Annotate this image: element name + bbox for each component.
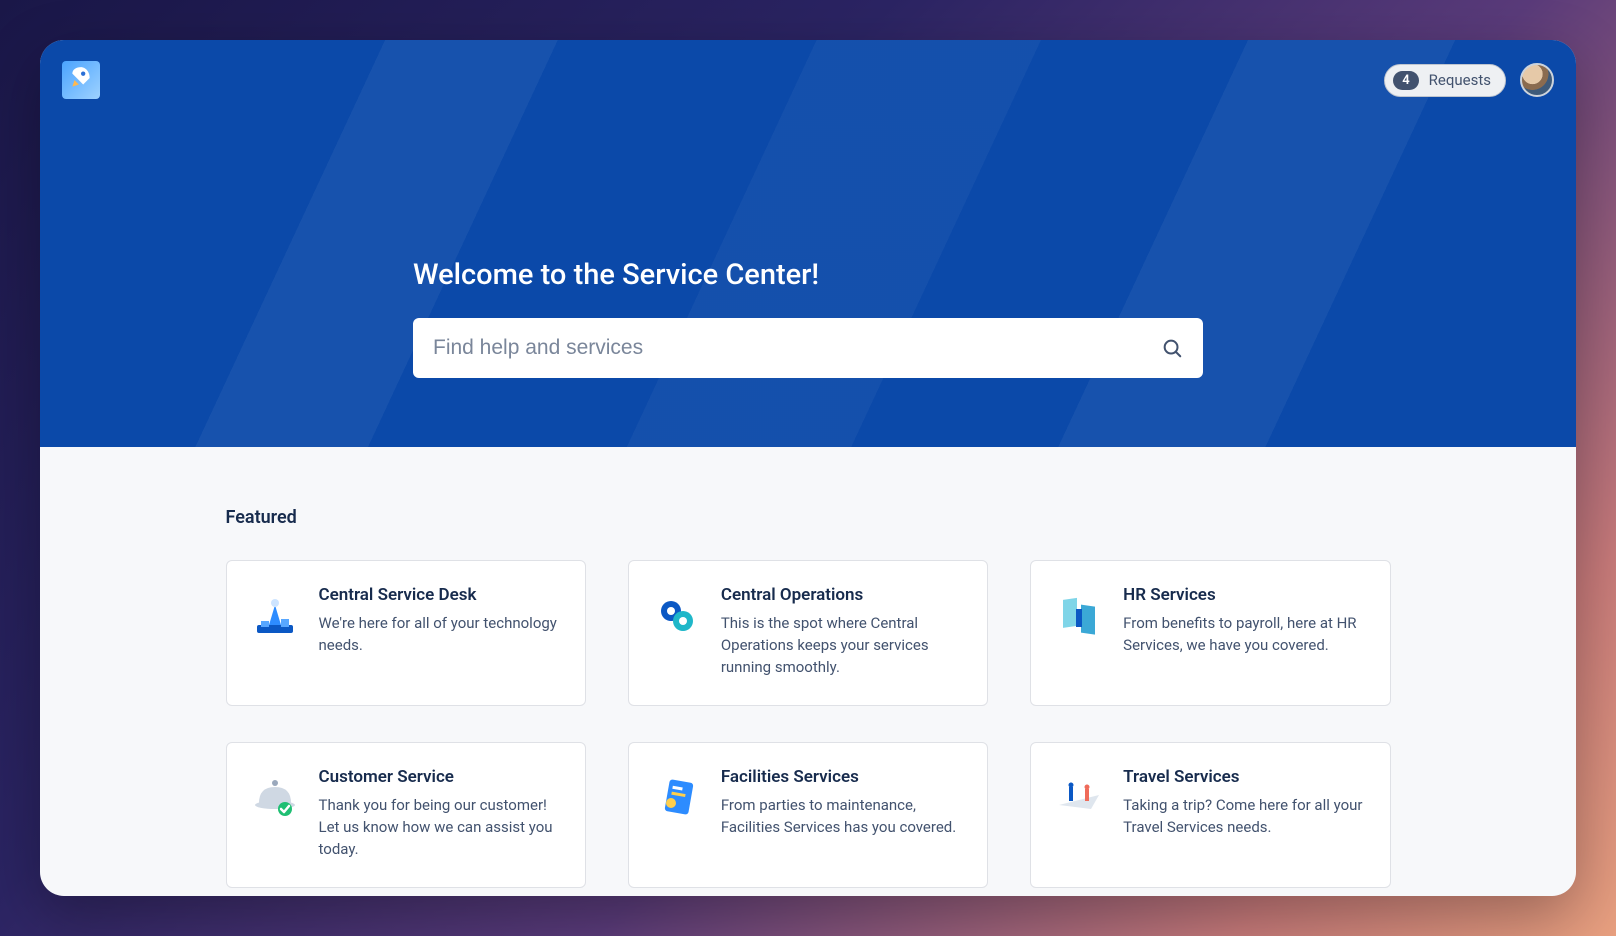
card-hr-services[interactable]: HR Services From benefits to payroll, he… xyxy=(1030,560,1390,706)
card-title: HR Services xyxy=(1123,585,1365,605)
featured-heading: Featured xyxy=(226,507,1391,528)
card-desc: We're here for all of your technology ne… xyxy=(319,613,561,657)
search-input[interactable] xyxy=(433,336,1161,360)
hr-icon xyxy=(1055,591,1103,639)
topbar: 4 Requests xyxy=(40,40,1576,120)
rocket-icon xyxy=(68,65,94,95)
card-central-service-desk[interactable]: Central Service Desk We're here for all … xyxy=(226,560,586,706)
app-window: 4 Requests Welcome to the Service Center… xyxy=(40,40,1576,896)
search-icon[interactable] xyxy=(1161,337,1183,359)
requests-label: Requests xyxy=(1429,71,1491,89)
card-facilities-services[interactable]: Facilities Services From parties to main… xyxy=(628,742,988,888)
search-container xyxy=(413,318,1203,378)
card-desc: Thank you for being our customer! Let us… xyxy=(319,795,561,860)
hero-banner: 4 Requests Welcome to the Service Center… xyxy=(40,40,1576,447)
card-desc: From parties to maintenance, Facilities … xyxy=(721,795,963,839)
facilities-icon xyxy=(653,773,701,821)
requests-button[interactable]: 4 Requests xyxy=(1384,64,1506,97)
card-title: Customer Service xyxy=(319,767,561,787)
card-travel-services[interactable]: Travel Services Taking a trip? Come here… xyxy=(1030,742,1390,888)
travel-icon xyxy=(1055,773,1103,821)
card-central-operations[interactable]: Central Operations This is the spot wher… xyxy=(628,560,988,706)
app-logo[interactable] xyxy=(62,61,100,99)
card-desc: From benefits to payroll, here at HR Ser… xyxy=(1123,613,1365,657)
card-desc: This is the spot where Central Operation… xyxy=(721,613,963,678)
card-desc: Taking a trip? Come here for all your Tr… xyxy=(1123,795,1365,839)
card-title: Central Operations xyxy=(721,585,963,605)
operations-icon xyxy=(653,591,701,639)
card-title: Central Service Desk xyxy=(319,585,561,605)
main-content: Featured Central Service Desk xyxy=(40,447,1576,896)
card-title: Facilities Services xyxy=(721,767,963,787)
user-avatar[interactable] xyxy=(1520,63,1554,97)
hero-content: Welcome to the Service Center! xyxy=(413,258,1203,378)
featured-grid: Central Service Desk We're here for all … xyxy=(226,560,1391,896)
requests-count-badge: 4 xyxy=(1393,71,1418,90)
page-title: Welcome to the Service Center! xyxy=(413,258,1203,292)
card-customer-service[interactable]: Customer Service Thank you for being our… xyxy=(226,742,586,888)
service-desk-icon xyxy=(251,591,299,639)
customer-service-icon xyxy=(251,773,299,821)
card-title: Travel Services xyxy=(1123,767,1365,787)
